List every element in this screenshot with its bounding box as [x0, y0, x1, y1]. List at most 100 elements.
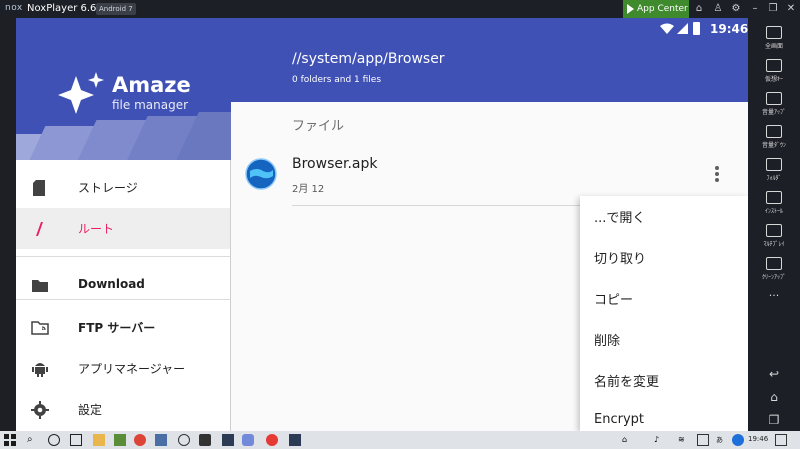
gear-icon — [31, 401, 49, 419]
nox-taskbar-icon[interactable] — [289, 434, 301, 446]
logo-title: Amaze — [112, 73, 191, 97]
shirt-icon[interactable]: ♙ — [711, 2, 725, 16]
current-path[interactable]: //system/app/Browser — [292, 51, 445, 67]
menu-item-delete[interactable]: 削除 — [580, 319, 748, 360]
folder-icon — [32, 280, 48, 292]
menu-item-rename[interactable]: 名前を変更 — [580, 360, 748, 401]
volume-up-button[interactable]: 音量ｱｯﾌﾟ — [748, 90, 800, 122]
emulator-sidebar: 全画面 仮想ｷｰ 音量ｱｯﾌﾟ 音量ﾀﾞｳﾝ ﾌｫﾙﾀﾞ ｲﾝｽﾄｰﾙ ﾏﾙﾁﾌ… — [748, 18, 800, 431]
menu-item-open-with[interactable]: ...で開く — [580, 196, 748, 237]
amaze-logo-icon — [58, 72, 104, 114]
menu-item-encrypt[interactable]: Encrypt — [580, 401, 748, 431]
navigation-drawer: Amaze file manager ストレージ ルート Download FT… — [16, 40, 231, 431]
drawer-divider — [16, 256, 230, 257]
close-icon[interactable]: ✕ — [784, 2, 798, 16]
folder-icon — [766, 158, 782, 171]
folder-button[interactable]: ﾌｫﾙﾀﾞ — [748, 156, 800, 188]
volume-up-icon — [766, 92, 782, 105]
drawer-item-app-manager[interactable]: アプリマネージャー — [16, 348, 230, 389]
menu-item-copy[interactable]: コピー — [580, 278, 748, 319]
android-screen: 19:46 Amaze file manager ストレージ ルート Downl… — [16, 18, 748, 431]
multi-instance-icon — [766, 224, 782, 237]
path-header: //system/app/Browser 0 folders and 1 fil… — [231, 40, 748, 102]
drawer-item-label: ストレージ — [78, 181, 138, 195]
drawer-item-label: FTP サーバー — [78, 321, 156, 335]
clock-app-icon[interactable] — [178, 434, 190, 446]
drawer-divider — [16, 299, 230, 300]
cortana-icon[interactable] — [48, 434, 60, 446]
rocket-icon — [766, 257, 782, 270]
tray-app-icon[interactable] — [732, 434, 744, 446]
volume-tray-icon[interactable]: ♪ — [654, 434, 666, 446]
explorer-icon[interactable] — [93, 434, 105, 446]
windows-start-icon[interactable] — [4, 434, 16, 446]
menu-item-label: ...で開く — [594, 211, 646, 226]
app-icon[interactable] — [155, 434, 167, 446]
file-name: Browser.apk — [292, 156, 378, 172]
signal-icon — [677, 23, 688, 34]
android-version-badge: Android 7 — [96, 3, 136, 15]
section-label: ファイル — [292, 119, 345, 134]
notification-icon[interactable] — [775, 434, 787, 446]
menu-item-label: 切り取り — [594, 252, 647, 267]
install-icon — [766, 191, 782, 204]
taskbar-clock[interactable]: 19:46 — [748, 435, 768, 443]
drawer-item-label: 設定 — [78, 403, 103, 417]
menu-item-label: コピー — [594, 293, 634, 308]
emulator-titlebar: nox NoxPlayer 6.6.0.2 Android 7 App Cent… — [0, 0, 800, 18]
install-button[interactable]: ｲﾝｽﾄｰﾙ — [748, 189, 800, 221]
back-icon[interactable]: ↩ — [767, 367, 781, 381]
home-icon[interactable]: ⌂ — [767, 390, 781, 404]
keyboard-icon — [766, 59, 782, 72]
drawer-item-storage[interactable]: ストレージ — [16, 167, 230, 208]
home-icon[interactable]: ⌂ — [692, 2, 706, 16]
play-icon — [627, 4, 634, 14]
app-icon[interactable] — [114, 434, 126, 446]
task-view-icon[interactable] — [70, 434, 82, 446]
wifi-tray-icon[interactable]: ≋ — [678, 434, 690, 446]
browser-apk-icon — [245, 158, 277, 190]
slash-root-icon — [36, 222, 43, 236]
windows-taskbar: ⌕ ⌂ ♪ ≋ あ 19:46 — [0, 431, 800, 449]
more-tools-button[interactable]: ... — [748, 286, 800, 318]
logo-subtitle: file manager — [112, 98, 189, 112]
menu-item-cut[interactable]: 切り取り — [580, 237, 748, 278]
app-icon[interactable] — [199, 434, 211, 446]
record-icon[interactable] — [266, 434, 278, 446]
drawer-item-settings[interactable]: 設定 — [16, 389, 230, 430]
ime-indicator[interactable]: あ — [716, 435, 723, 445]
drawer-item-root[interactable]: ルート — [16, 208, 230, 249]
keyboard-tray-icon[interactable] — [697, 434, 709, 446]
ftp-folder-icon — [31, 321, 49, 335]
fullscreen-button[interactable]: 全画面 — [748, 24, 800, 56]
multi-player-button[interactable]: ﾏﾙﾁﾌﾟﾚｲ — [748, 222, 800, 254]
status-clock: 19:46 — [710, 22, 748, 36]
search-icon[interactable]: ⌕ — [27, 434, 39, 446]
app-center-button[interactable]: App Center — [623, 0, 689, 18]
drawer-item-label: ルート — [78, 222, 115, 236]
folder-file-count: 0 folders and 1 files — [292, 75, 382, 85]
nox-logo: nox — [5, 3, 23, 13]
nox-taskbar-icon[interactable] — [222, 434, 234, 446]
discord-icon[interactable] — [242, 434, 254, 446]
more-options-icon[interactable] — [707, 162, 727, 186]
android-status-bar: 19:46 — [16, 18, 748, 40]
drawer-item-label: Download — [78, 277, 145, 291]
restore-icon[interactable]: ❐ — [766, 2, 780, 16]
virtual-keys-button[interactable]: 仮想ｷｰ — [748, 57, 800, 89]
wifi-icon — [660, 23, 674, 34]
drawer-item-label: アプリマネージャー — [78, 362, 186, 376]
drawer-item-ftp-server[interactable]: FTP サーバー — [16, 307, 230, 348]
menu-item-label: Encrypt — [594, 412, 644, 427]
file-context-menu: ...で開く 切り取り コピー 削除 名前を変更 Encrypt — [580, 196, 748, 431]
recent-apps-icon[interactable]: ❐ — [767, 413, 781, 427]
cleanup-button[interactable]: ｸﾘｰﾝｱｯﾌﾟ — [748, 255, 800, 287]
drawer-header: Amaze file manager — [16, 40, 231, 160]
android-icon — [32, 363, 48, 377]
network-tray-icon[interactable]: ⌂ — [622, 434, 634, 446]
chrome-icon[interactable] — [134, 434, 146, 446]
minimize-icon[interactable]: – — [748, 2, 762, 16]
settings-icon[interactable]: ⚙ — [729, 2, 743, 16]
app-center-label: App Center — [637, 4, 688, 14]
volume-down-button[interactable]: 音量ﾀﾞｳﾝ — [748, 123, 800, 155]
